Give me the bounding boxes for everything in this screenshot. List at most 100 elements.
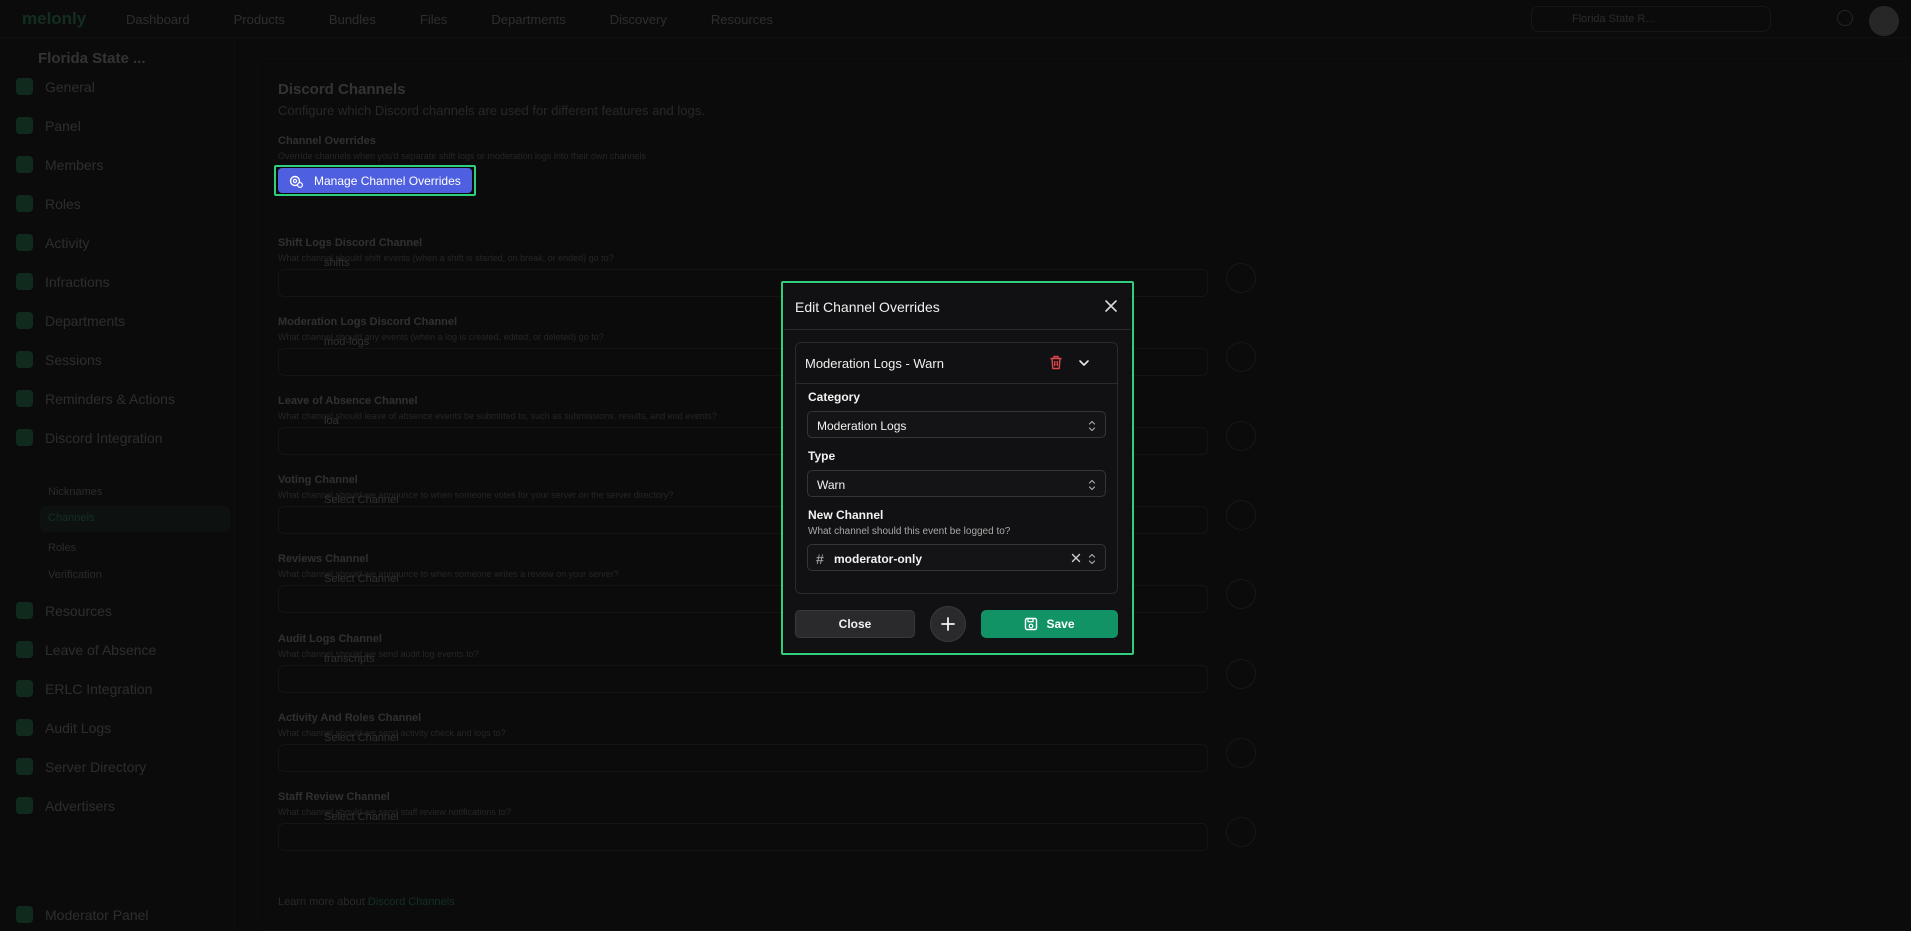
- sidebar-item-panel[interactable]: Panel: [16, 117, 81, 134]
- field-help: What channel should shift events (when a…: [278, 253, 614, 263]
- sidebar-item-label: Roles: [45, 195, 81, 212]
- chevron-down-icon[interactable]: [1078, 357, 1090, 369]
- channel-select[interactable]: Select Channel: [278, 811, 1208, 851]
- sidebar-item-label: Sessions: [45, 351, 102, 368]
- sidebar-footer-moderator-panel[interactable]: Moderator Panel: [16, 906, 149, 923]
- sidebar-subitem-nicknames[interactable]: Nicknames: [48, 486, 102, 498]
- category-select[interactable]: Moderation Logs: [807, 411, 1106, 438]
- sidebar: Florida State ... General Panel Members …: [0, 38, 235, 931]
- close-icon[interactable]: [1104, 299, 1118, 313]
- field-activity-and-roles: Activity And Roles Channel What channel …: [278, 712, 1256, 772]
- type-select[interactable]: Warn: [807, 470, 1106, 497]
- channel-select[interactable]: transcripts: [278, 653, 1208, 693]
- modal-header: Edit Channel Overrides: [784, 284, 1131, 330]
- save-icon: [1025, 617, 1038, 631]
- chart-icon: [16, 351, 33, 368]
- sidebar-item-audit-logs[interactable]: Audit Logs: [16, 719, 111, 736]
- manage-channel-overrides-button[interactable]: Manage Channel Overrides: [278, 168, 472, 193]
- clear-icon[interactable]: [1071, 553, 1081, 563]
- link-icon: [16, 680, 33, 697]
- sidebar-item-label: Leave of Absence: [45, 641, 157, 658]
- new-channel-select[interactable]: # moderator-only: [807, 544, 1106, 571]
- sidebar-item-label: General: [45, 78, 95, 95]
- sidebar-item-erlc-integration[interactable]: ERLC Integration: [16, 680, 152, 697]
- override-card-title: Moderation Logs - Warn: [805, 356, 944, 371]
- new-channel-label: New Channel: [808, 508, 884, 522]
- close-button[interactable]: Close: [795, 610, 915, 638]
- override-card-header[interactable]: Moderation Logs - Warn: [796, 343, 1117, 384]
- sidebar-item-label: Infractions: [45, 273, 110, 290]
- nav-link-products[interactable]: Products: [234, 12, 285, 27]
- nav-link-dashboard[interactable]: Dashboard: [126, 12, 190, 27]
- refresh-icon[interactable]: [1226, 500, 1256, 530]
- nav-link-discovery[interactable]: Discovery: [610, 12, 667, 27]
- bell-icon: [16, 390, 33, 407]
- melonly-logo[interactable]: melonly: [22, 9, 86, 29]
- refresh-icon[interactable]: [1226, 421, 1256, 451]
- sidebar-item-reminders[interactable]: Reminders & Actions: [16, 390, 175, 407]
- sidebar-item-server-directory[interactable]: Server Directory: [16, 758, 146, 775]
- sidebar-item-label: Resources: [45, 602, 112, 619]
- sidebar-item-leave-of-absence[interactable]: Leave of Absence: [16, 641, 156, 658]
- refresh-icon[interactable]: [1226, 579, 1256, 609]
- nav-link-departments[interactable]: Departments: [491, 12, 565, 27]
- sidebar-item-infractions[interactable]: Infractions: [16, 273, 110, 290]
- nav-link-files[interactable]: Files: [420, 12, 447, 27]
- learn-more-text: Learn more about: [278, 896, 365, 908]
- sidebar-subitem-channels[interactable]: Channels: [40, 506, 230, 532]
- sidebar-item-label: Members: [45, 156, 104, 173]
- server-name[interactable]: Florida State ...: [38, 50, 146, 67]
- sidebar-item-roles[interactable]: Roles: [16, 195, 81, 212]
- refresh-icon[interactable]: [1226, 342, 1256, 372]
- calendar-icon: [16, 641, 33, 658]
- sidebar-item-label: Advertisers: [45, 797, 116, 814]
- chevron-up-down-icon: [1088, 420, 1096, 432]
- avatar[interactable]: [1869, 6, 1899, 36]
- sidebar-item-sessions[interactable]: Sessions: [16, 351, 102, 368]
- field-help: What channel should we send staff review…: [278, 807, 511, 817]
- type-select-value: Warn: [817, 478, 846, 492]
- nav-links: Dashboard Products Bundles Files Departm…: [126, 12, 773, 27]
- sidebar-item-label: Discord Integration: [45, 429, 163, 446]
- page-subtitle: Configure which Discord channels are use…: [278, 103, 705, 118]
- discord-icon: [16, 429, 33, 446]
- save-button[interactable]: Save: [981, 610, 1118, 638]
- sidebar-item-general[interactable]: General: [16, 78, 95, 95]
- nav-link-bundles[interactable]: Bundles: [329, 12, 376, 27]
- sidebar-item-label: ERLC Integration: [45, 680, 153, 697]
- trash-icon[interactable]: [1049, 355, 1063, 370]
- refresh-icon[interactable]: [1226, 738, 1256, 768]
- sidebar-subitem-verification[interactable]: Verification: [48, 569, 102, 581]
- refresh-icon[interactable]: [1226, 817, 1256, 847]
- sidebar-item-label: Audit Logs: [45, 719, 112, 736]
- sidebar-item-label: Server Directory: [45, 758, 147, 775]
- field-help: What channel should we send activity che…: [278, 728, 506, 738]
- gavel-icon: [16, 273, 33, 290]
- shield-icon: [16, 906, 33, 923]
- page-title: Discord Channels: [278, 81, 406, 98]
- sidebar-item-advertisers[interactable]: Advertisers: [16, 797, 115, 814]
- app-root: melonly Dashboard Products Bundles Files…: [0, 0, 1911, 931]
- refresh-icon[interactable]: [1226, 659, 1256, 689]
- channel-select-value: shifts: [324, 257, 350, 269]
- sidebar-subitem-roles[interactable]: Roles: [48, 542, 76, 554]
- sidebar-item-activity[interactable]: Activity: [16, 234, 89, 251]
- sidebar-item-discord-integration[interactable]: Discord Integration: [16, 429, 163, 446]
- edit-channel-overrides-modal: Edit Channel Overrides Moderation Logs -…: [784, 284, 1131, 652]
- field-label: Shift Logs Discord Channel: [278, 237, 423, 249]
- channel-select-value: mod-logs: [324, 336, 370, 348]
- bell-icon[interactable]: [1837, 10, 1853, 26]
- sidebar-item-resources[interactable]: Resources: [16, 602, 112, 619]
- category-select-value: Moderation Logs: [817, 419, 907, 433]
- sidebar-item-departments[interactable]: Departments: [16, 312, 125, 329]
- channel-select[interactable]: Select Channel: [278, 732, 1208, 772]
- nav-link-resources[interactable]: Resources: [711, 12, 773, 27]
- sidebar-item-members[interactable]: Members: [16, 156, 103, 173]
- server-switcher[interactable]: Florida State R...: [1531, 6, 1771, 32]
- modal-title: Edit Channel Overrides: [795, 299, 940, 315]
- learn-more: Learn more about Discord Channels: [278, 896, 455, 908]
- learn-more-link[interactable]: Discord Channels: [368, 896, 455, 908]
- channel-select-value: Select Channel: [324, 494, 399, 506]
- add-override-button[interactable]: [930, 606, 966, 642]
- refresh-icon[interactable]: [1226, 263, 1256, 293]
